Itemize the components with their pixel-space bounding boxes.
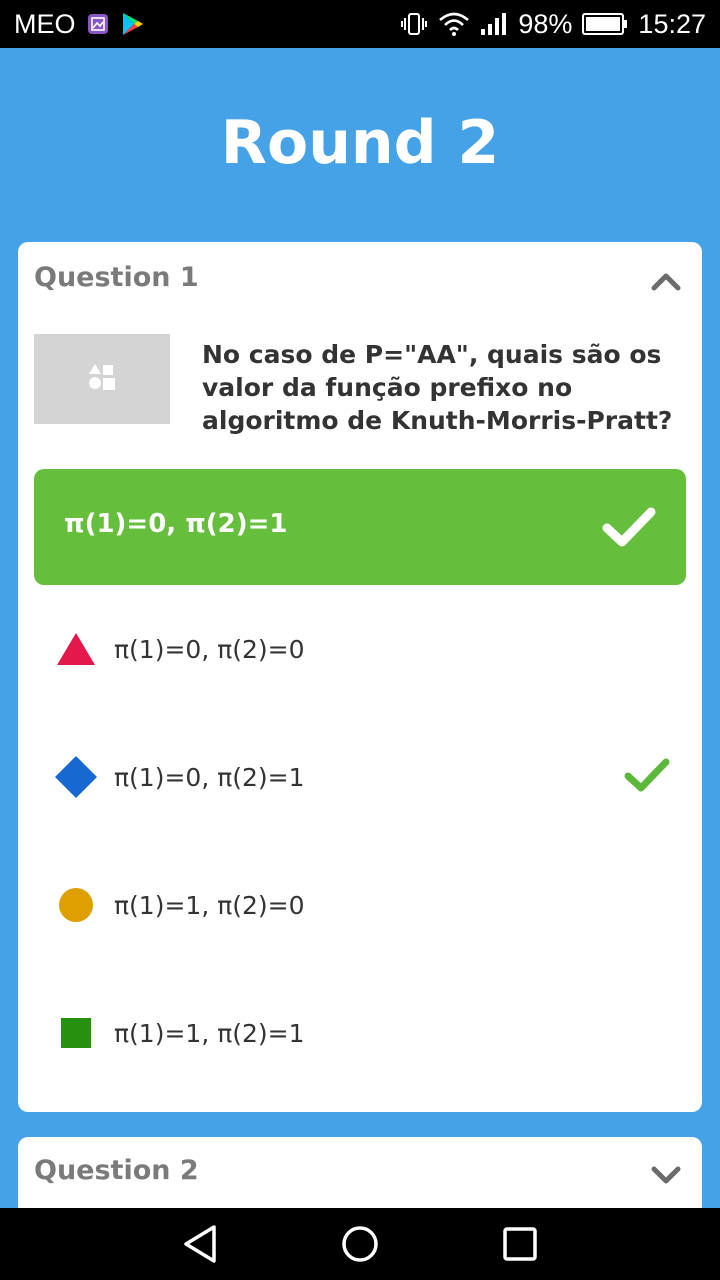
question-1-text: No caso de P="AA", quais são os valor da…	[202, 340, 673, 435]
carrier-label: MEO	[14, 8, 76, 39]
signal-icon	[480, 12, 508, 36]
question-1-header[interactable]: Question 1	[34, 262, 199, 293]
battery-percent: 98%	[518, 8, 573, 39]
answer-option-label: π(1)=1, π(2)=1	[114, 1019, 305, 1048]
correct-answer-label: π(1)=0, π(2)=1	[64, 509, 288, 539]
round-title: Round 2	[220, 108, 500, 178]
clock: 15:27	[638, 8, 706, 39]
wifi-icon	[438, 12, 470, 36]
check-icon	[602, 505, 656, 553]
answer-option-4[interactable]: π(1)=1, π(2)=1	[34, 991, 686, 1071]
shapes-icon	[87, 363, 117, 395]
status-bar: MEO 98% 15:27	[0, 0, 720, 48]
home-icon[interactable]	[335, 1219, 385, 1269]
answer-option-label: π(1)=0, π(2)=1	[114, 763, 305, 792]
answer-option-2[interactable]: π(1)=0, π(2)=1	[34, 735, 686, 815]
triangle-icon	[54, 627, 98, 671]
diamond-icon	[54, 755, 98, 799]
answer-option-label: π(1)=1, π(2)=0	[114, 891, 305, 920]
answer-option-3[interactable]: π(1)=1, π(2)=0	[34, 863, 686, 943]
question-card-1: Question 1 No caso de P="AA", quais são …	[18, 242, 702, 1112]
question-2-header[interactable]: Question 2	[34, 1155, 199, 1186]
back-icon[interactable]	[175, 1219, 225, 1269]
battery-icon	[582, 13, 628, 35]
question-image-placeholder	[34, 334, 170, 424]
check-icon	[624, 757, 670, 797]
recents-icon[interactable]	[495, 1219, 545, 1269]
answer-option-label: π(1)=0, π(2)=0	[114, 635, 305, 664]
square-icon	[54, 1011, 98, 1055]
play-store-icon	[120, 11, 144, 37]
correct-answer-banner: π(1)=0, π(2)=1	[34, 469, 686, 585]
answer-option-1[interactable]: π(1)=0, π(2)=0	[34, 607, 686, 687]
gallery-notification-icon	[86, 12, 110, 36]
navigation-bar	[0, 1208, 720, 1280]
chevron-down-icon[interactable]	[650, 1159, 682, 1191]
chevron-up-icon[interactable]	[650, 266, 682, 298]
circle-icon	[54, 883, 98, 927]
vibrate-icon	[400, 11, 428, 37]
